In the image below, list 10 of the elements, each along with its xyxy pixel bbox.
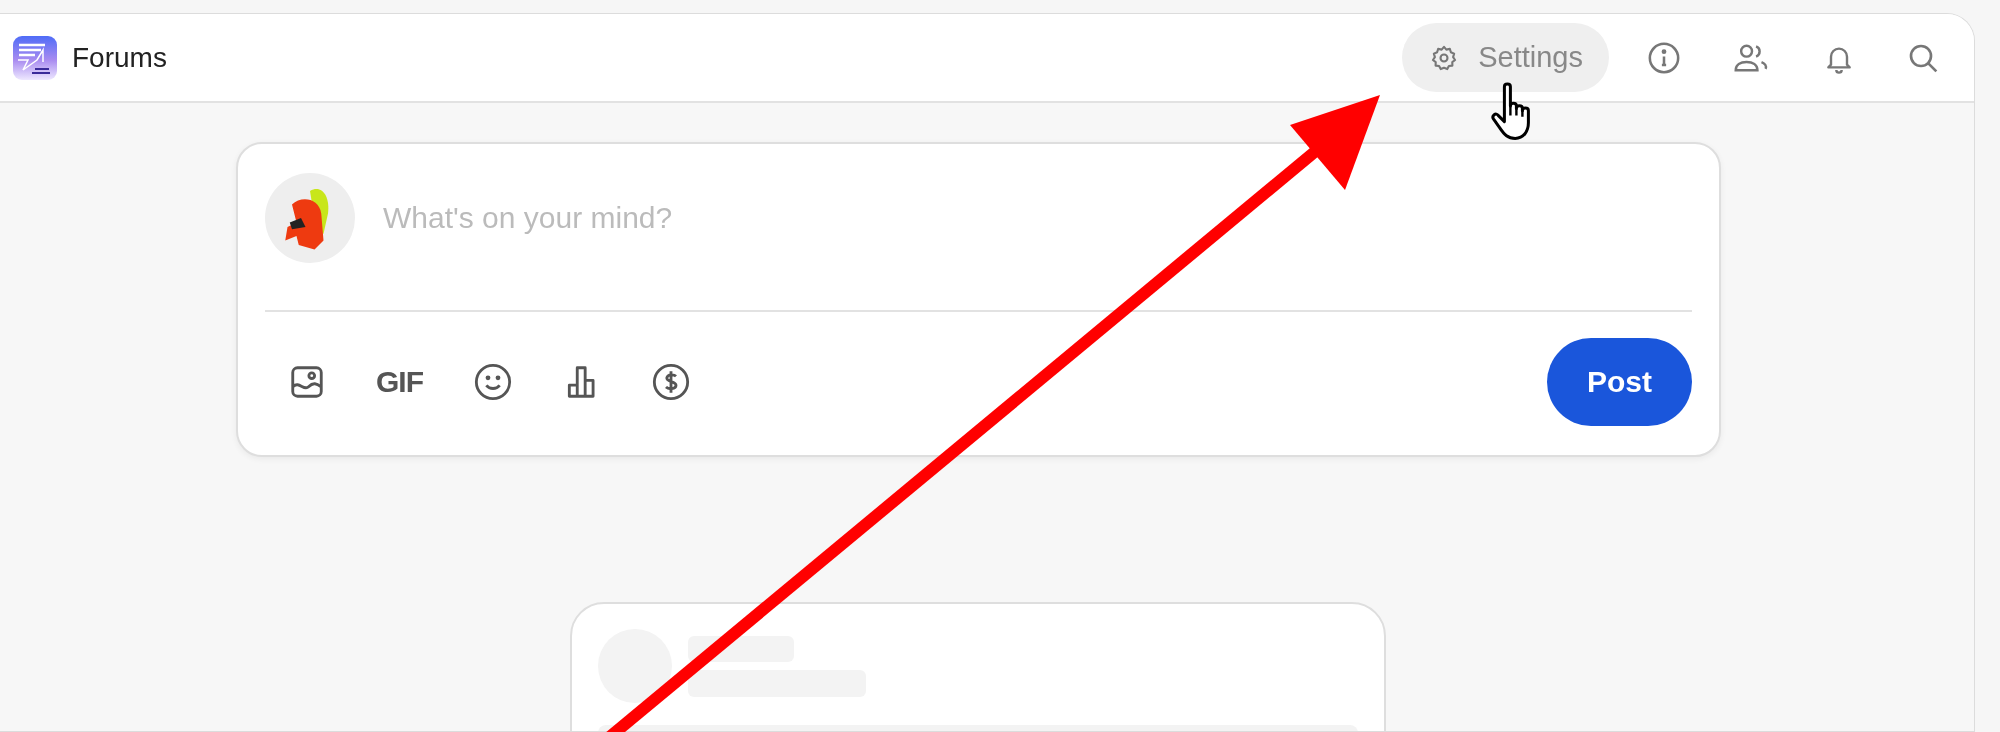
post-button[interactable]: Post [1547,338,1692,426]
app-title: Forums [72,41,167,74]
smiley-icon[interactable] [473,362,513,402]
gif-button[interactable]: GIF [376,365,423,399]
post-input[interactable]: What's on your mind? [383,201,1692,235]
dollar-icon[interactable] [651,362,691,402]
gear-icon [1430,43,1459,72]
info-icon[interactable] [1647,40,1681,75]
logo-icon [13,35,57,80]
image-icon[interactable] [288,363,326,401]
